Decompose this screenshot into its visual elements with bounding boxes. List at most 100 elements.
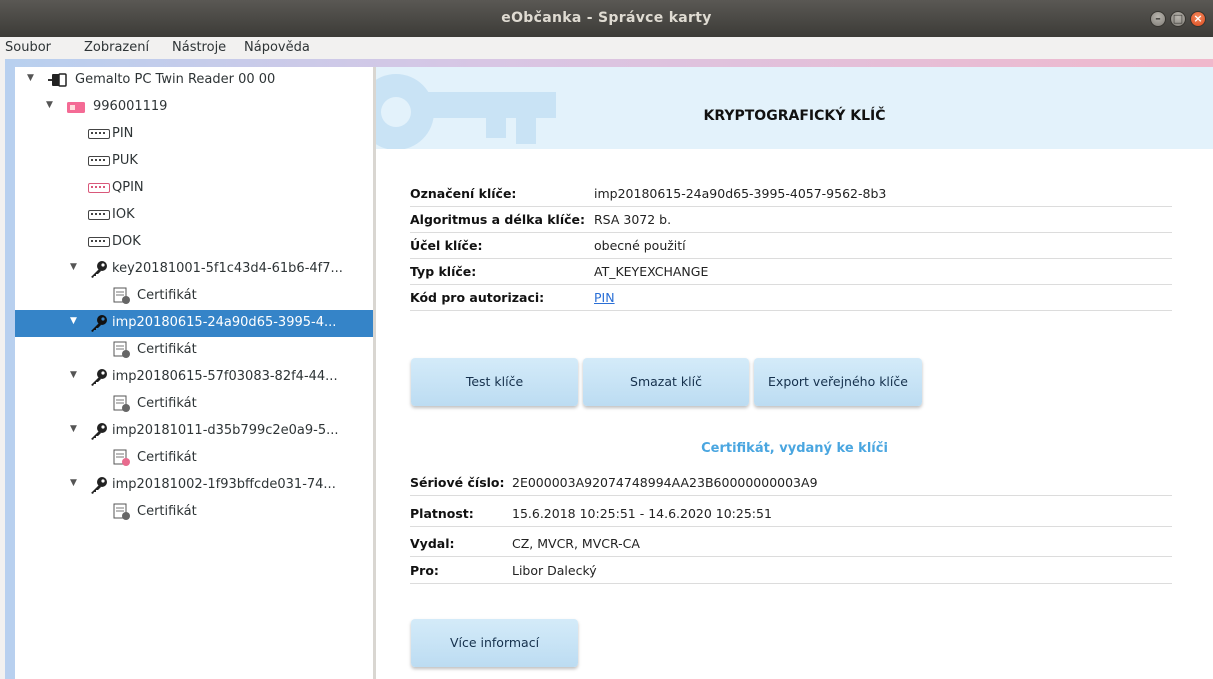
tree-label: Certifikát: [137, 450, 197, 465]
tree-item-card[interactable]: ▼ 996001119: [15, 94, 373, 121]
info-value: 2E000003A92074748994AA23B60000000003A9: [512, 475, 818, 490]
info-row-algorithm: Algoritmus a délka klíče: RSA 3072 b.: [410, 207, 1172, 233]
tree-item-pin[interactable]: PIN: [15, 121, 373, 148]
tree-item-dok[interactable]: DOK: [15, 229, 373, 256]
card-reader-icon: [48, 72, 70, 92]
info-row-key-type: Typ klíče: AT_KEYEXCHANGE: [410, 259, 1172, 285]
tree-item-reader[interactable]: ▼ Gemalto PC Twin Reader 00 00: [15, 67, 373, 94]
tree-item-key[interactable]: ▼ key20181001-5f1c43d4-61b6-4f7...: [15, 256, 373, 283]
info-key: Účel klíče:: [410, 238, 483, 253]
keypad-icon: [88, 183, 110, 193]
menu-napoveda[interactable]: Nápověda: [244, 40, 310, 55]
close-button[interactable]: ×: [1190, 11, 1206, 27]
more-info-button[interactable]: Více informací: [411, 619, 578, 667]
minimize-button[interactable]: –: [1150, 11, 1166, 27]
tree-label: IOK: [112, 207, 135, 222]
tree-label: imp20181002-1f93bffcde031-74...: [112, 477, 336, 492]
info-value: imp20180615-24a90d65-3995-4057-9562-8b3: [594, 186, 887, 201]
expand-arrow-icon[interactable]: ▼: [70, 316, 77, 326]
tree-label: key20181001-5f1c43d4-61b6-4f7...: [112, 261, 343, 276]
key-icon: [89, 367, 109, 391]
expand-arrow-icon[interactable]: ▼: [70, 370, 77, 380]
tree-item-puk[interactable]: PUK: [15, 148, 373, 175]
info-key: Kód pro autorizaci:: [410, 290, 545, 305]
info-value: Libor Dalecký: [512, 563, 597, 578]
title-bar: eObčanka - Správce karty – □ ×: [0, 0, 1213, 37]
card-tree[interactable]: ▼ Gemalto PC Twin Reader 00 00 ▼ 9960011…: [15, 67, 373, 679]
expand-arrow-icon[interactable]: ▼: [70, 262, 77, 272]
test-key-button[interactable]: Test klíče: [411, 358, 578, 406]
expand-arrow-icon[interactable]: ▼: [70, 478, 77, 488]
info-row-serial: Sériové číslo: 2E000003A92074748994AA23B…: [410, 470, 1172, 496]
key-icon: [89, 313, 109, 337]
certificate-icon: [112, 341, 132, 363]
expand-arrow-icon[interactable]: ▼: [27, 73, 34, 83]
keypad-icon: [88, 129, 110, 139]
info-value: obecné použití: [594, 238, 686, 253]
export-public-key-button[interactable]: Export veřejného klíče: [754, 358, 922, 406]
tree-item-qpin[interactable]: QPIN: [15, 175, 373, 202]
tree-label: Certifikát: [137, 288, 197, 303]
detail-header: KRYPTOGRAFICKÝ KLÍČ: [376, 67, 1213, 149]
info-row-validity: Platnost: 15.6.2018 10:25:51 - 14.6.2020…: [410, 501, 1172, 527]
keypad-icon: [88, 210, 110, 220]
info-key: Pro:: [410, 563, 439, 578]
info-key: Sériové číslo:: [410, 475, 505, 490]
tree-label: Gemalto PC Twin Reader 00 00: [75, 72, 276, 87]
detail-panel: KRYPTOGRAFICKÝ KLÍČ Označení klíče: imp2…: [376, 67, 1213, 679]
info-row-subject: Pro: Libor Dalecký: [410, 558, 1172, 584]
tree-item-key[interactable]: ▼ imp20181002-1f93bffcde031-74...: [15, 472, 373, 499]
info-row-purpose: Účel klíče: obecné použití: [410, 233, 1172, 259]
tree-label: Certifikát: [137, 504, 197, 519]
menu-soubor[interactable]: Soubor: [5, 40, 51, 55]
auth-code-link[interactable]: PIN: [594, 290, 615, 305]
info-value: CZ, MVCR, MVCR-CA: [512, 536, 640, 551]
keypad-icon: [88, 237, 110, 247]
tree-item-iok[interactable]: IOK: [15, 202, 373, 229]
key-icon: [89, 259, 109, 283]
tree-label: imp20181011-d35b799c2e0a9-5...: [112, 423, 339, 438]
id-card-icon: [67, 102, 85, 117]
tree-label: QPIN: [112, 180, 144, 195]
maximize-button[interactable]: □: [1170, 11, 1186, 27]
tree-item-key[interactable]: ▼ imp20180615-57f03083-82f4-44...: [15, 364, 373, 391]
info-key: Označení klíče:: [410, 186, 517, 201]
expand-arrow-icon[interactable]: ▼: [46, 100, 53, 110]
close-icon: ×: [1193, 12, 1203, 25]
info-value: RSA 3072 b.: [594, 212, 672, 227]
tree-item-certificate[interactable]: Certifikát: [15, 337, 373, 364]
info-value: 15.6.2018 10:25:51 - 14.6.2020 10:25:51: [512, 506, 772, 521]
menu-nastroje[interactable]: Nástroje: [172, 40, 226, 55]
tree-item-certificate[interactable]: Certifikát: [15, 445, 373, 472]
tree-label: Certifikát: [137, 396, 197, 411]
minimize-icon: –: [1155, 12, 1161, 25]
info-key: Typ klíče:: [410, 264, 477, 279]
tree-label: Certifikát: [137, 342, 197, 357]
tree-label: PIN: [112, 126, 134, 141]
menu-bar: Soubor Zobrazení Nástroje Nápověda: [0, 37, 1213, 59]
tree-label: DOK: [112, 234, 141, 249]
info-row-key-label: Označení klíče: imp20180615-24a90d65-399…: [410, 181, 1172, 207]
tree-item-certificate[interactable]: Certifikát: [15, 283, 373, 310]
certificate-section-heading: Certifikát, vydaný ke klíči: [701, 441, 888, 456]
info-value: AT_KEYEXCHANGE: [594, 264, 709, 279]
certificate-icon: [112, 287, 132, 309]
info-key: Platnost:: [410, 506, 474, 521]
menu-zobrazeni[interactable]: Zobrazení: [84, 40, 149, 55]
expand-arrow-icon[interactable]: ▼: [70, 424, 77, 434]
tree-item-certificate[interactable]: Certifikát: [15, 499, 373, 526]
page-title: KRYPTOGRAFICKÝ KLÍČ: [703, 108, 886, 124]
tree-label: 996001119: [93, 99, 168, 114]
certificate-icon: [112, 395, 132, 417]
tree-label: imp20180615-57f03083-82f4-44...: [112, 369, 338, 384]
tree-label: imp20180615-24a90d65-3995-4...: [112, 315, 337, 330]
tree-item-key[interactable]: ▼ imp20181011-d35b799c2e0a9-5...: [15, 418, 373, 445]
tree-item-certificate[interactable]: Certifikát: [15, 391, 373, 418]
tree-item-key-selected[interactable]: ▼ imp20180615-24a90d65-3995-4...: [15, 310, 373, 337]
key-icon: [89, 475, 109, 499]
maximize-icon: □: [1172, 12, 1184, 25]
delete-key-button[interactable]: Smazat klíč: [583, 358, 749, 406]
info-key: Vydal:: [410, 536, 455, 551]
info-row-issuer: Vydal: CZ, MVCR, MVCR-CA: [410, 531, 1172, 557]
info-key: Algoritmus a délka klíče:: [410, 212, 585, 227]
